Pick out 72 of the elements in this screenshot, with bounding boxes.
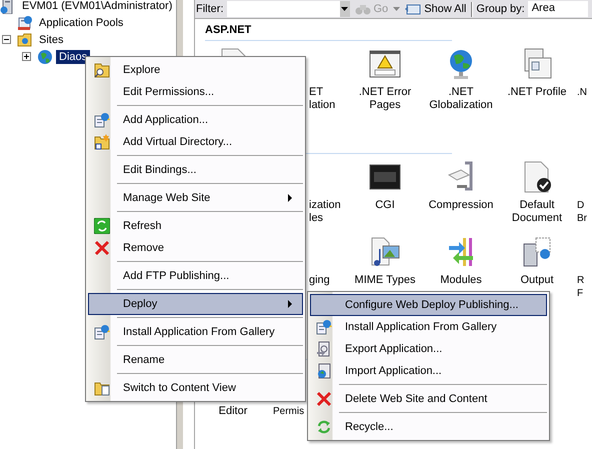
group-by-label: Group by:	[476, 3, 525, 15]
menu-item[interactable]: Manage Web Site	[88, 187, 303, 209]
media-file-icon	[369, 236, 401, 268]
collapse-icon	[3, 36, 10, 43]
menu-item[interactable]: Add Application...	[88, 109, 303, 131]
menu-item[interactable]: Add Virtual Directory...	[88, 131, 303, 153]
terminal-icon	[369, 163, 401, 191]
application-icon	[94, 324, 110, 340]
menu-item[interactable]: Install Application From Gallery	[88, 321, 303, 343]
folder-document-icon	[94, 380, 110, 396]
submenu-arrow-icon	[288, 300, 292, 308]
feature-label[interactable]: .NET Globalization	[429, 86, 493, 112]
menu-item[interactable]: Remove	[88, 237, 303, 259]
application-icon	[316, 319, 332, 335]
menu-item[interactable]: Explore	[88, 59, 303, 81]
feature-label[interactable]: Permis	[271, 405, 304, 418]
feature-label[interactable]: .NET Error Pages	[358, 86, 412, 112]
feature-label[interactable]: Output	[520, 274, 554, 287]
feature-label[interactable]: .N	[575, 86, 587, 99]
application-icon	[94, 112, 110, 128]
feature-label[interactable]: R F	[575, 274, 584, 300]
group-header: ASP.NET	[205, 24, 252, 36]
import-icon	[316, 363, 332, 379]
close-icon	[316, 391, 332, 407]
caret-icon	[393, 7, 400, 11]
binoculars-icon	[354, 3, 370, 15]
feature-label[interactable]: Modules	[440, 274, 482, 287]
folder-icon	[94, 134, 110, 150]
menu-item[interactable]: Refresh	[88, 215, 303, 237]
menu-item[interactable]: Recycle...	[310, 416, 547, 438]
application-pool-icon	[17, 14, 33, 30]
feature-label[interactable]: Editor	[218, 405, 248, 418]
menu-item[interactable]: Delete Web Site and Content	[310, 388, 547, 410]
menu-item[interactable]: Edit Permissions...	[88, 81, 303, 103]
menu-item[interactable]: Export Application...	[310, 338, 547, 360]
menu-item[interactable]: Rename	[88, 349, 303, 371]
error-page-icon	[369, 50, 401, 78]
menu-item[interactable]: Import Application...	[310, 360, 547, 382]
caret-icon	[341, 7, 348, 11]
tree-item[interactable]: Sites	[36, 32, 66, 46]
show-all-button[interactable]: Show All	[403, 1, 468, 17]
tree-item[interactable]: EVM01 (EVM01\Administrator)	[19, 0, 176, 12]
menu-item[interactable]: Install Application From Gallery	[310, 316, 547, 338]
group-by-field[interactable]: Area	[528, 1, 588, 17]
expand-icon	[23, 53, 30, 60]
submenu-arrow-icon	[288, 194, 292, 202]
globe-icon	[37, 48, 53, 64]
server-icon	[521, 236, 553, 268]
close-icon	[94, 240, 110, 256]
folder-icon	[17, 32, 33, 48]
expander-toggle[interactable]	[2, 35, 11, 44]
filter-field[interactable]	[226, 1, 340, 17]
filter-label: Filter:	[196, 3, 224, 15]
menu-item[interactable]: Deploy	[88, 293, 303, 315]
export-icon	[316, 341, 332, 357]
feature-label[interactable]: D Br	[575, 199, 587, 225]
expander-toggle[interactable]	[22, 52, 31, 61]
feature-label[interactable]: MIME Types	[354, 274, 416, 287]
feature-label[interactable]: CGI	[375, 199, 395, 212]
menu-item[interactable]: Edit Bindings...	[88, 159, 303, 181]
folder-search-icon	[94, 62, 110, 78]
feature-label[interactable]: Default Document	[512, 199, 562, 225]
menu-item[interactable]: Switch to Content View	[88, 377, 303, 399]
feature-label[interactable]: Compression	[428, 199, 494, 212]
menu-item[interactable]: Add FTP Publishing...	[88, 265, 303, 287]
recycle-icon	[316, 419, 332, 435]
refresh-icon	[94, 218, 110, 234]
menu-item[interactable]: Configure Web Deploy Publishing...	[310, 294, 547, 316]
dropdown-button[interactable]	[340, 1, 350, 17]
tree-item[interactable]: Application Pools	[36, 16, 126, 30]
list-icon	[405, 3, 422, 15]
feature-label[interactable]: .NET Profile	[507, 86, 567, 99]
